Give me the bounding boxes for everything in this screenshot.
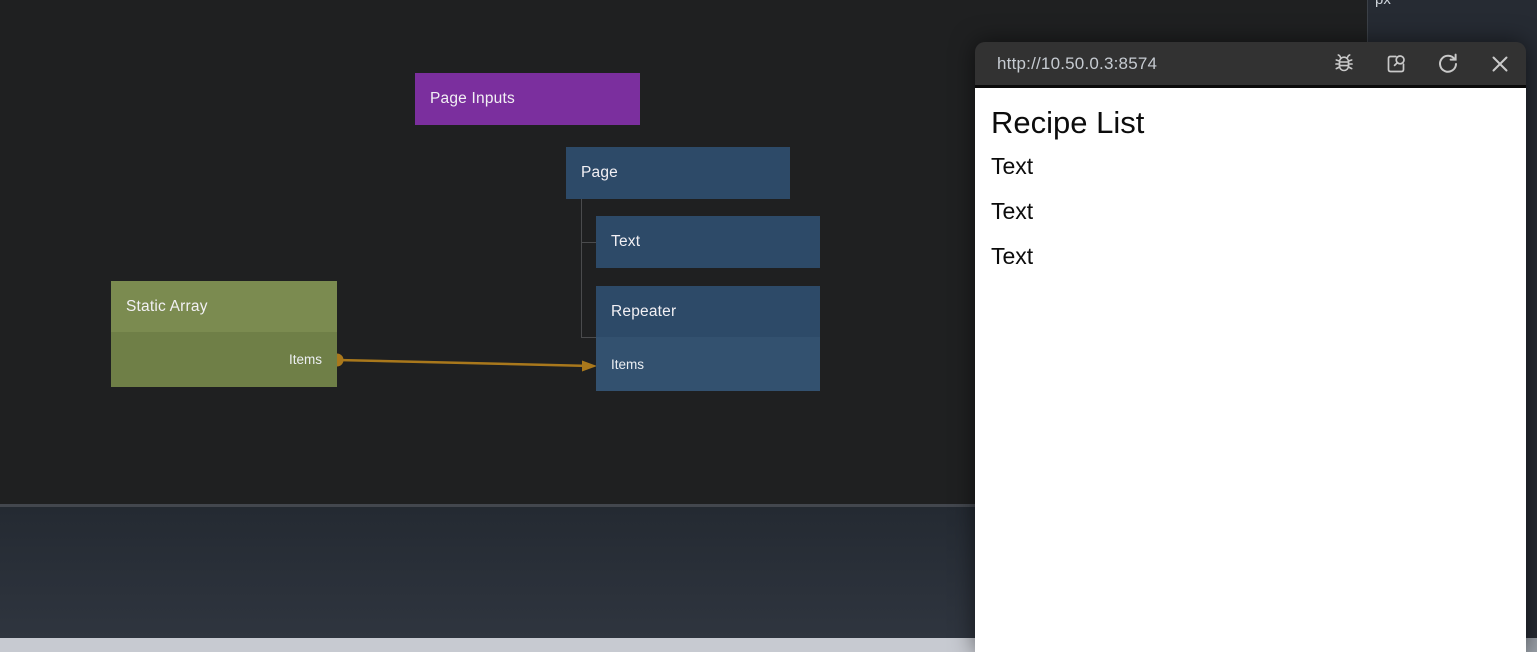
repeater-items-port[interactable]: Items — [596, 337, 820, 391]
node-static-array-label: Static Array — [111, 281, 337, 332]
node-repeater[interactable]: Repeater Items — [596, 286, 820, 391]
close-icon[interactable] — [1488, 52, 1512, 76]
node-page-inputs[interactable]: Page Inputs — [415, 73, 640, 125]
node-page[interactable]: Page — [566, 147, 790, 199]
node-static-array[interactable]: Static Array Items — [111, 281, 337, 387]
tree-connector-to-text — [581, 242, 596, 243]
px-unit-label-clipped: px — [1368, 0, 1537, 11]
list-item: Text — [991, 234, 1516, 279]
url-address-bar[interactable]: http://10.50.0.3:8574 — [997, 54, 1332, 74]
preview-page-content: Recipe List Text Text Text — [975, 88, 1526, 652]
tree-connector-vertical — [581, 199, 582, 338]
app-root: Page Inputs Page Text Repeater Items Sta… — [0, 0, 1537, 652]
node-text[interactable]: Text — [596, 216, 820, 268]
node-page-label: Page — [566, 147, 790, 199]
static-array-items-port[interactable]: Items — [111, 332, 337, 387]
preview-window[interactable]: http://10.50.0.3:8574 — [975, 42, 1526, 652]
recipe-list-heading: Recipe List — [991, 102, 1516, 144]
node-repeater-label: Repeater — [596, 286, 820, 337]
preview-titlebar: http://10.50.0.3:8574 — [975, 42, 1526, 88]
list-item: Text — [991, 189, 1516, 234]
node-text-label: Text — [596, 216, 820, 268]
tree-connector-to-repeater — [581, 337, 596, 338]
refresh-icon[interactable] — [1436, 52, 1460, 76]
inspect-icon[interactable] — [1384, 52, 1408, 76]
list-item: Text — [991, 144, 1516, 189]
debug-icon[interactable] — [1332, 52, 1356, 76]
node-page-inputs-label: Page Inputs — [415, 73, 640, 125]
